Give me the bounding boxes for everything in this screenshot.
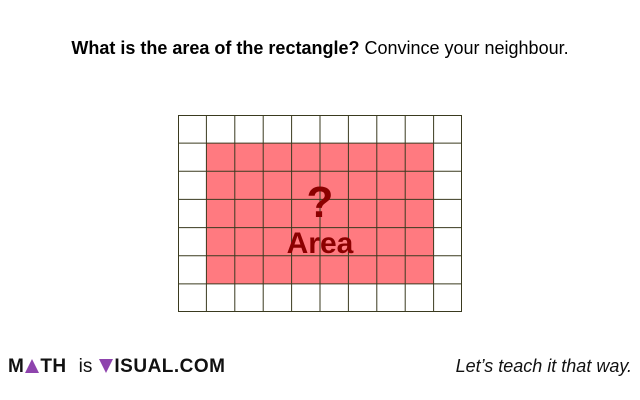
- brand-m: M: [8, 356, 25, 377]
- question-normal: Convince your neighbour.: [359, 38, 569, 58]
- area-label: Area: [287, 227, 354, 260]
- tagline: Let’s teach it that way.: [455, 356, 632, 376]
- question-mark-label: ?: [307, 178, 334, 227]
- brand-th: TH: [40, 356, 67, 377]
- triangle-icon: [25, 359, 40, 373]
- question-text: What is the area of the rectangle? Convi…: [0, 38, 640, 59]
- grid-svg: ? Area: [178, 115, 462, 312]
- brand-is: is: [78, 356, 93, 377]
- inverted-triangle-icon: [99, 359, 114, 373]
- brand-com: .COM: [173, 356, 226, 377]
- area-grid: ? Area: [178, 115, 462, 312]
- brand-logo: M TH is ISUAL .COM: [8, 356, 226, 378]
- question-bold: What is the area of the rectangle?: [71, 38, 360, 58]
- brand-isual: ISUAL: [114, 356, 174, 377]
